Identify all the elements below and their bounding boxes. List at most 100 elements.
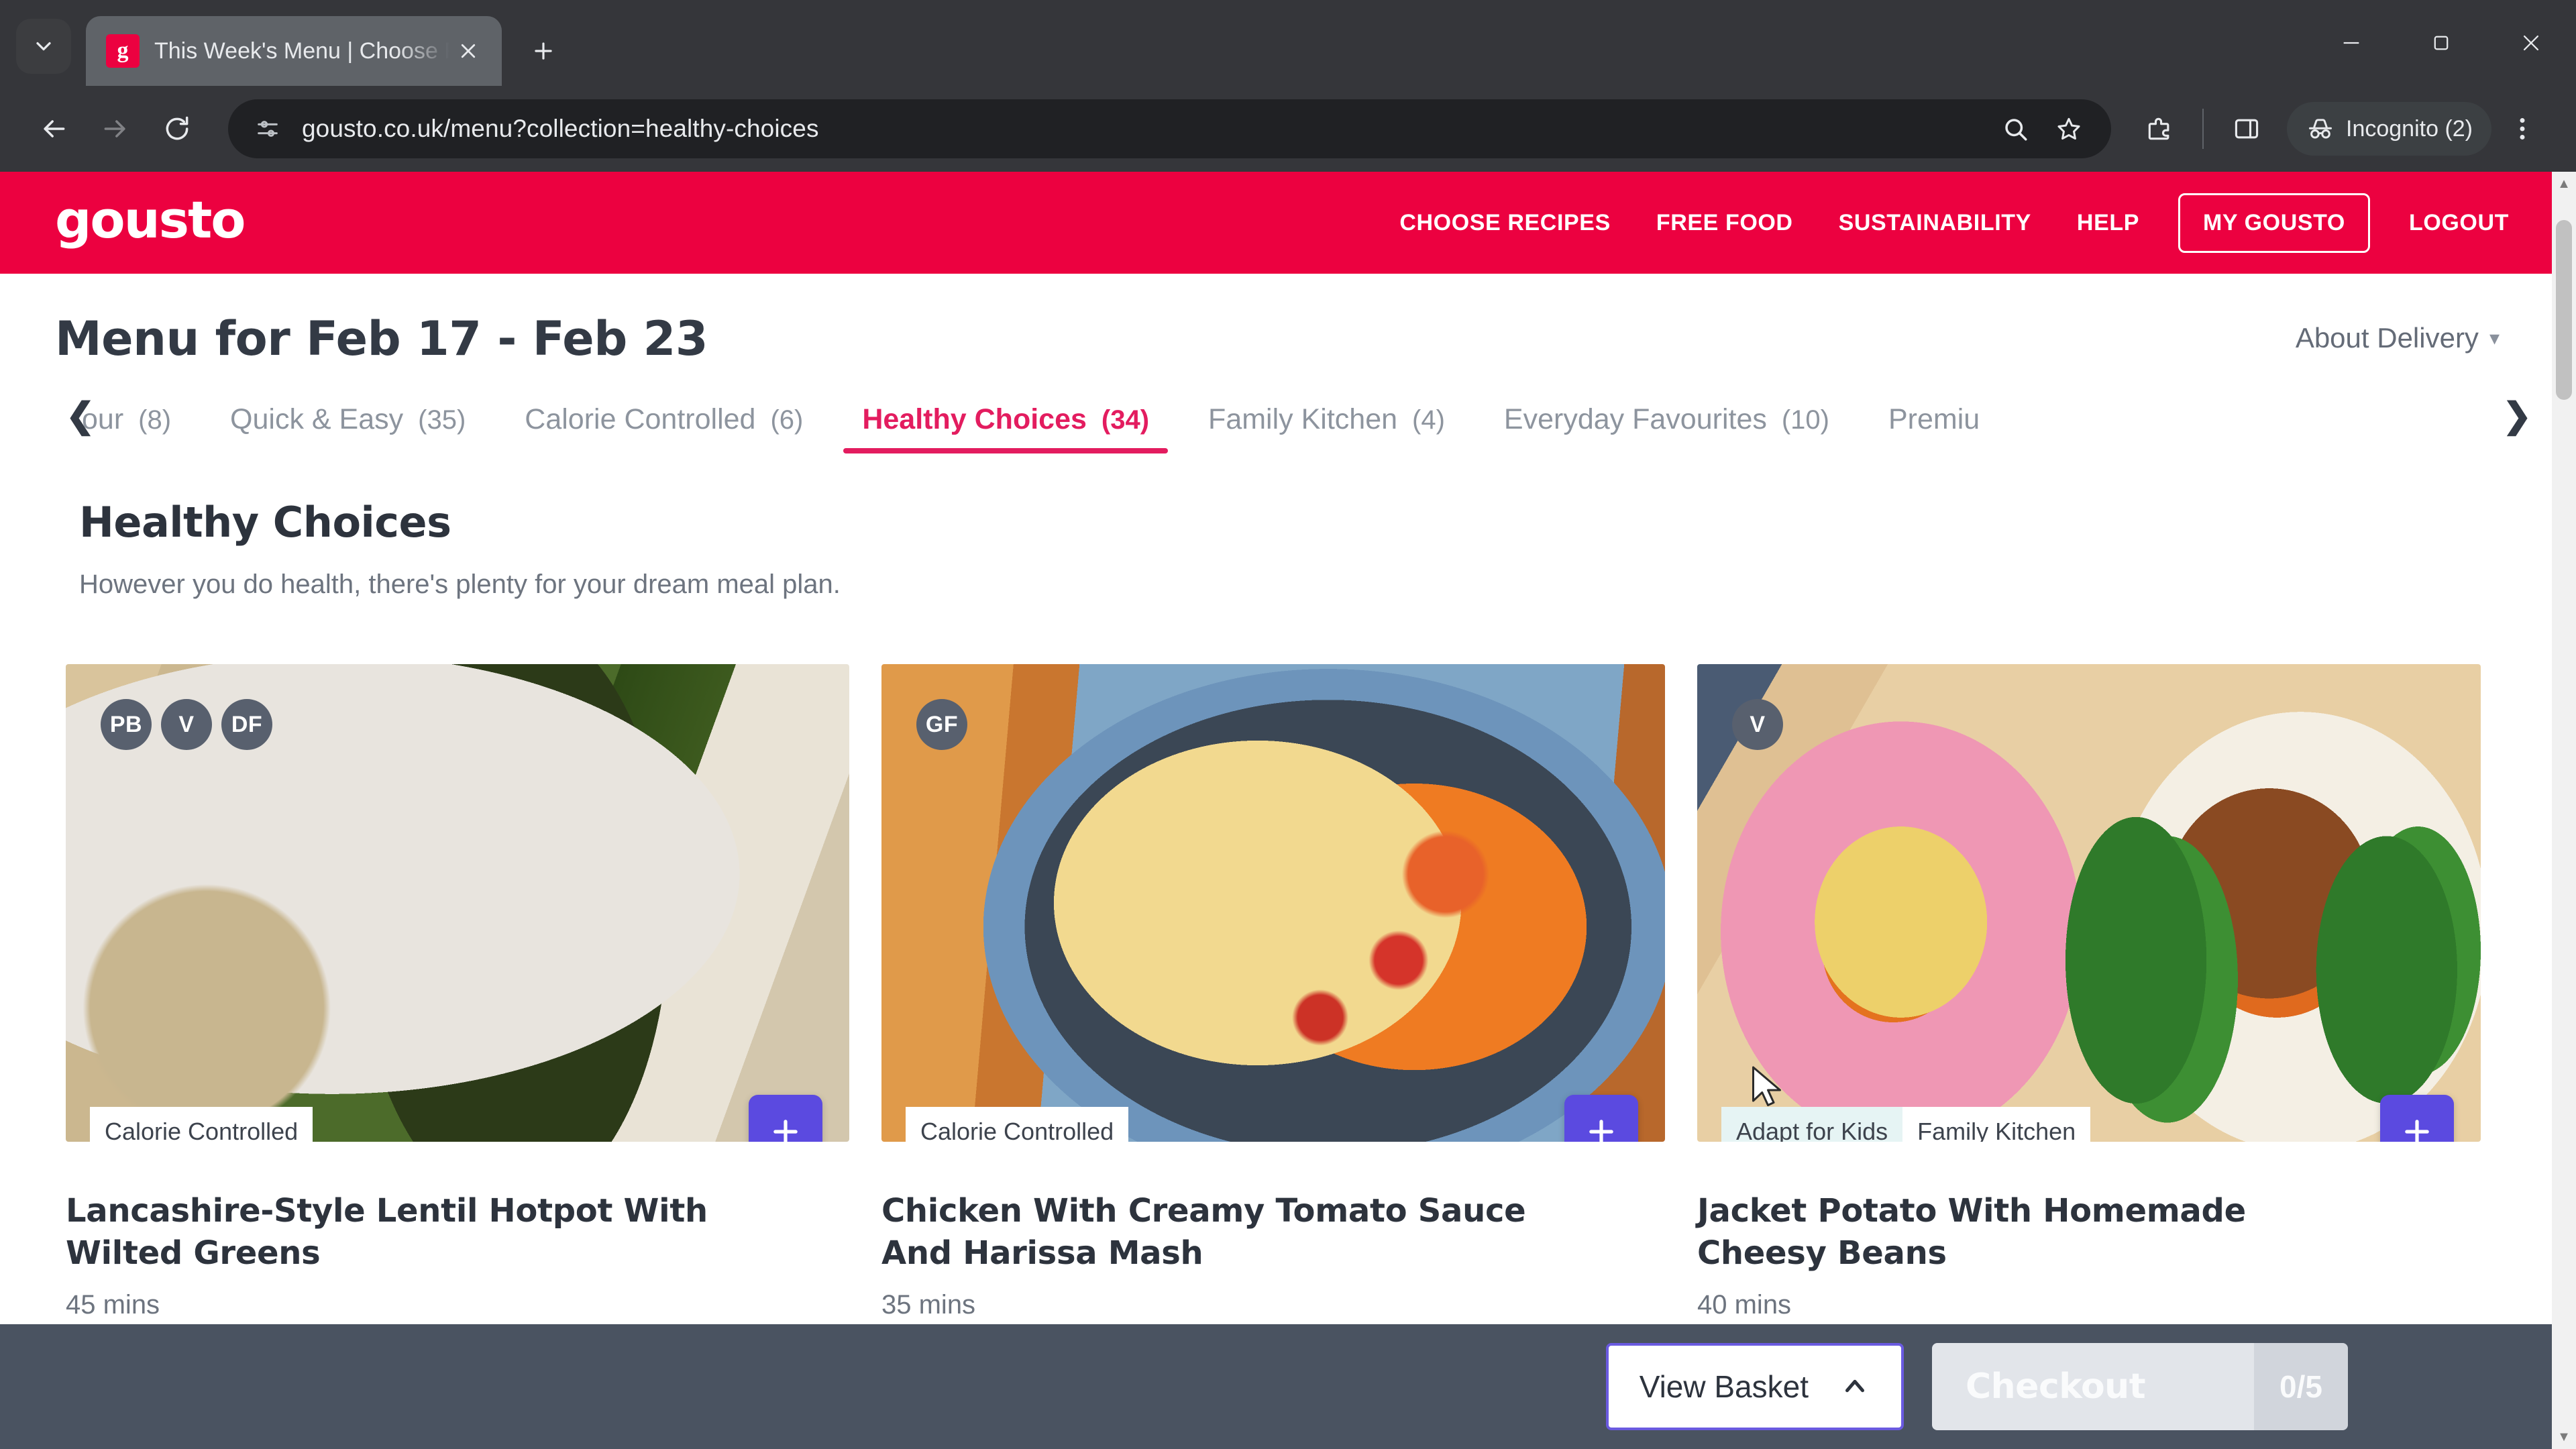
checkout-count: 0/5 xyxy=(2254,1343,2348,1430)
page-title: Menu for Feb 17 - Feb 23 xyxy=(55,311,708,366)
nav-choose-recipes[interactable]: CHOOSE RECIPES xyxy=(1377,210,1633,236)
add-recipe-button[interactable] xyxy=(749,1095,822,1142)
recipe-card[interactable]: V Adapt for Kids Family Kitchen Jacket P… xyxy=(1697,664,2481,1320)
tab-label: Calorie Controlled xyxy=(525,403,756,435)
maximize-icon[interactable] xyxy=(2396,0,2486,86)
recipe-tag: Calorie Controlled xyxy=(906,1107,1129,1142)
reload-icon[interactable] xyxy=(146,98,208,160)
menu-header: Menu for Feb 17 - Feb 23 About Delivery … xyxy=(0,274,2557,366)
recipe-tag: Family Kitchen xyxy=(1902,1107,2091,1142)
tab-label: Premiu xyxy=(1888,403,1980,435)
tab-family-kitchen[interactable]: Family Kitchen (4) xyxy=(1208,403,1445,453)
favicon-letter: g xyxy=(117,38,129,63)
url-text: gousto.co.uk/menu?collection=healthy-cho… xyxy=(302,115,819,142)
about-delivery-label: About Delivery xyxy=(2295,322,2479,354)
forward-icon[interactable] xyxy=(85,98,146,160)
new-tab-icon[interactable] xyxy=(519,27,568,75)
view-basket-label: View Basket xyxy=(1639,1369,1809,1404)
page-viewport: gousto CHOOSE RECIPES FREE FOOD SUSTAINA… xyxy=(0,172,2576,1449)
site-navigation: CHOOSE RECIPES FREE FOOD SUSTAINABILITY … xyxy=(1377,193,2532,253)
tab-search-icon[interactable] xyxy=(16,19,71,74)
tab-premium[interactable]: Premiu xyxy=(1888,403,1980,453)
browser-toolbar: gousto.co.uk/menu?collection=healthy-cho… xyxy=(0,86,2576,172)
tab-healthy-choices[interactable]: Healthy Choices (34) xyxy=(843,403,1168,453)
minimize-icon[interactable] xyxy=(2306,0,2396,86)
recipe-grid: PB V DF Calorie Controlled Lancashire-St… xyxy=(0,600,2557,1320)
tab-label: Everyday Favourites xyxy=(1503,403,1767,435)
tab-count: (35) xyxy=(418,405,466,435)
recipe-tag: Calorie Controlled xyxy=(90,1107,313,1142)
recipe-title[interactable]: Chicken With Creamy Tomato Sauce And Har… xyxy=(881,1142,1665,1275)
scroll-down-icon[interactable]: ▼ xyxy=(2552,1425,2576,1449)
recipe-time: 45 mins xyxy=(66,1289,160,1320)
nav-sustainability[interactable]: SUSTAINABILITY xyxy=(1816,210,2054,236)
nav-my-gousto[interactable]: MY GOUSTO xyxy=(2178,193,2370,253)
browser-tab[interactable]: g This Week's Menu | Choose Fro xyxy=(86,16,502,86)
collection-title: Healthy Choices xyxy=(79,498,451,547)
recipe-time: 40 mins xyxy=(1697,1289,1792,1320)
recipe-title[interactable]: Lancashire-Style Lentil Hotpot With Wilt… xyxy=(66,1142,849,1275)
chrome-menu-icon[interactable] xyxy=(2491,98,2553,160)
incognito-indicator[interactable]: Incognito (2) xyxy=(2287,102,2491,156)
site-settings-icon[interactable] xyxy=(251,112,284,146)
recipe-card[interactable]: PB V DF Calorie Controlled Lancashire-St… xyxy=(66,664,849,1320)
recipe-image[interactable]: V Adapt for Kids Family Kitchen xyxy=(1697,664,2481,1142)
side-panel-icon[interactable] xyxy=(2216,98,2277,160)
tab-quick-and-easy[interactable]: Quick & Easy (35) xyxy=(230,403,466,453)
diet-badges: PB V DF xyxy=(101,699,272,750)
tab-calorie-controlled[interactable]: Calorie Controlled (6) xyxy=(525,403,803,453)
toolbar-divider xyxy=(2202,109,2204,149)
diet-badges: V xyxy=(1732,699,1783,750)
page-scrollbar[interactable]: ▲ ▼ xyxy=(2552,172,2576,1449)
recipe-image[interactable]: GF Calorie Controlled xyxy=(881,664,1665,1142)
recipe-tags: Calorie Controlled xyxy=(906,1107,1129,1142)
back-icon[interactable] xyxy=(23,98,85,160)
nav-logout[interactable]: LOGOUT xyxy=(2386,210,2532,236)
gousto-favicon-icon: g xyxy=(106,34,140,68)
bookmark-star-icon[interactable] xyxy=(2044,104,2094,154)
tab-count: (4) xyxy=(1412,405,1445,435)
nav-help[interactable]: HELP xyxy=(2054,210,2162,236)
window-controls xyxy=(2306,0,2576,86)
view-basket-button[interactable]: View Basket xyxy=(1605,1343,1904,1430)
recipe-title[interactable]: Jacket Potato With Homemade Cheesy Beans xyxy=(1697,1142,2481,1275)
scrollbar-thumb[interactable] xyxy=(2556,220,2572,400)
checkout-button[interactable]: Checkout 0/5 xyxy=(1932,1343,2348,1430)
close-tab-icon[interactable] xyxy=(449,32,487,70)
tab-label: Quick & Easy xyxy=(230,403,404,435)
tabs-scroll-left-icon[interactable]: ❮ xyxy=(66,398,95,433)
site-header: gousto CHOOSE RECIPES FREE FOOD SUSTAINA… xyxy=(0,172,2576,274)
extensions-icon[interactable] xyxy=(2129,98,2190,160)
close-window-icon[interactable] xyxy=(2486,0,2576,86)
address-bar[interactable]: gousto.co.uk/menu?collection=healthy-cho… xyxy=(228,99,2111,158)
nav-free-food[interactable]: FREE FOOD xyxy=(1633,210,1816,236)
add-recipe-button[interactable] xyxy=(2380,1095,2454,1142)
tab-label: Healthy Choices xyxy=(862,403,1087,435)
collection-header: Healthy Choices However you do health, t… xyxy=(0,453,2557,600)
tabs-scroll-right-icon[interactable]: ❯ xyxy=(2502,398,2532,433)
add-recipe-button[interactable] xyxy=(1564,1095,1638,1142)
tab-everyday-favourites[interactable]: Everyday Favourites (10) xyxy=(1504,403,1829,453)
incognito-label: Incognito (2) xyxy=(2346,115,2473,142)
diet-badges: GF xyxy=(916,699,967,750)
recipe-image[interactable]: PB V DF Calorie Controlled xyxy=(66,664,849,1142)
recipe-card[interactable]: GF Calorie Controlled Chicken With Cream… xyxy=(881,664,1665,1320)
tab-count: (6) xyxy=(770,405,804,435)
checkout-label: Checkout xyxy=(1966,1366,2146,1407)
diet-badge-df: DF xyxy=(221,699,272,750)
recipe-tag-adapt-for-kids: Adapt for Kids xyxy=(1721,1107,1903,1142)
tab-label: Family Kitchen xyxy=(1208,403,1398,435)
page-content: Menu for Feb 17 - Feb 23 About Delivery … xyxy=(0,274,2576,1449)
tab-title: This Week's Menu | Choose Fro xyxy=(154,38,449,64)
recipe-time: 35 mins xyxy=(881,1289,976,1320)
gousto-logo[interactable]: gousto xyxy=(55,195,246,246)
tab-count: (10) xyxy=(1781,405,1829,435)
chevron-down-icon: ▾ xyxy=(2489,327,2500,350)
scroll-up-icon[interactable]: ▲ xyxy=(2552,172,2576,196)
recipe-tags: Adapt for Kids Family Kitchen xyxy=(1721,1107,2091,1142)
diet-badge-pb: PB xyxy=(101,699,152,750)
tab-count: (34) xyxy=(1101,405,1150,435)
recipe-tags: Calorie Controlled xyxy=(90,1107,313,1142)
search-icon[interactable] xyxy=(1990,104,2040,154)
about-delivery-toggle[interactable]: About Delivery ▾ xyxy=(2296,311,2500,354)
